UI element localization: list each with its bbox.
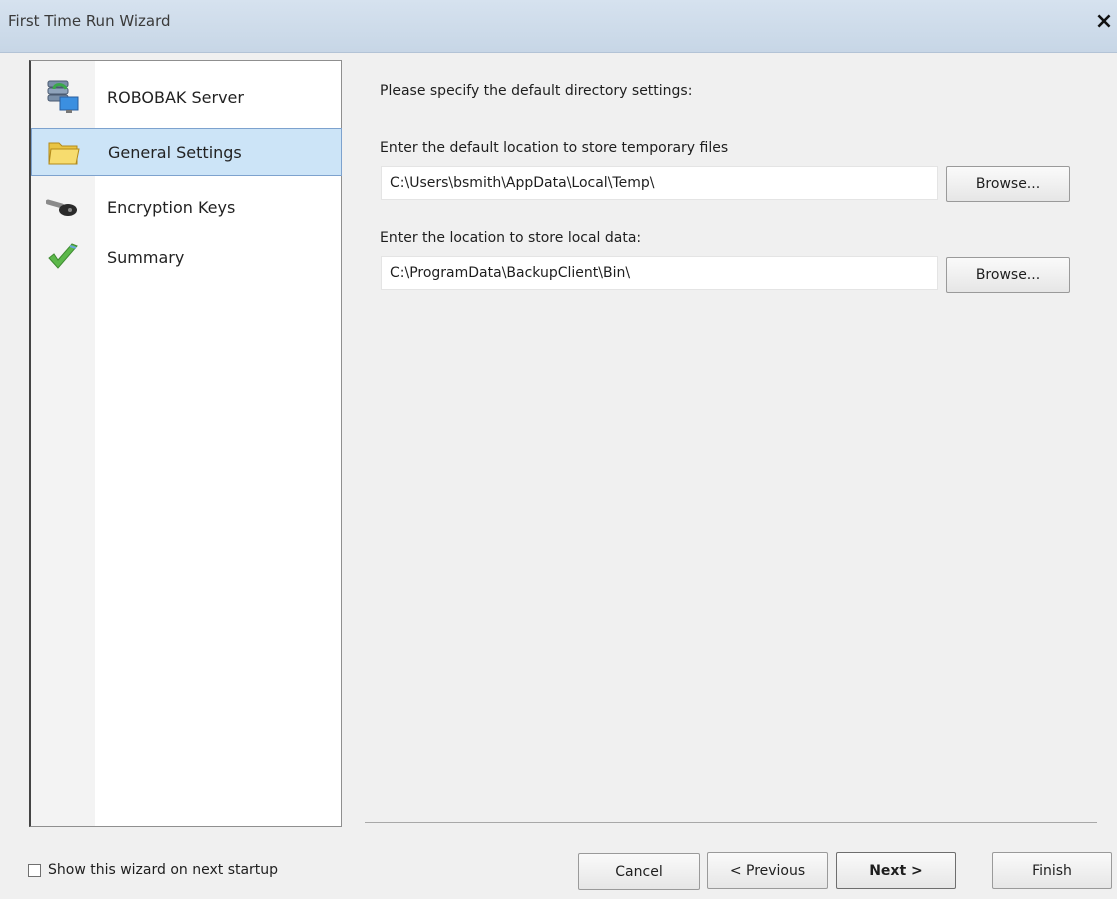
nav-item-summary[interactable]: Summary (31, 233, 342, 281)
window-title: First Time Run Wizard (8, 12, 171, 30)
wizard-steps-panel: ROBOBAK Server General Settings Encrypti… (29, 60, 342, 827)
nav-item-general-settings[interactable]: General Settings (31, 128, 342, 176)
browse-temp-button[interactable]: Browse... (946, 166, 1070, 202)
show-wizard-checkbox[interactable]: Show this wizard on next startup (28, 862, 278, 878)
folder-icon (32, 128, 96, 176)
close-icon[interactable]: × (1092, 8, 1116, 36)
checkmark-icon (31, 233, 95, 281)
previous-button[interactable]: < Previous (707, 852, 828, 889)
temp-location-input[interactable] (381, 166, 938, 200)
key-icon (31, 183, 95, 231)
nav-item-label: ROBOBAK Server (107, 87, 244, 107)
instructions-text: Please specify the default directory set… (380, 83, 693, 99)
nav-item-robobak-server[interactable]: ROBOBAK Server (31, 73, 342, 121)
cancel-button[interactable]: Cancel (578, 853, 700, 890)
footer-separator (365, 822, 1097, 823)
local-data-input[interactable] (381, 256, 938, 290)
browse-local-button[interactable]: Browse... (946, 257, 1070, 293)
temp-location-label: Enter the default location to store temp… (380, 140, 729, 156)
title-bar: First Time Run Wizard × (0, 0, 1117, 53)
next-button[interactable]: Next > (836, 852, 956, 889)
local-data-label: Enter the location to store local data: (380, 230, 642, 246)
server-icon (31, 73, 95, 121)
show-wizard-label: Show this wizard on next startup (48, 862, 279, 878)
nav-item-label: Summary (107, 247, 185, 267)
checkbox-box[interactable] (28, 863, 41, 877)
nav-item-encryption-keys[interactable]: Encryption Keys (31, 183, 342, 231)
nav-item-label: General Settings (108, 142, 242, 162)
finish-button[interactable]: Finish (992, 852, 1112, 889)
nav-item-label: Encryption Keys (107, 197, 236, 217)
